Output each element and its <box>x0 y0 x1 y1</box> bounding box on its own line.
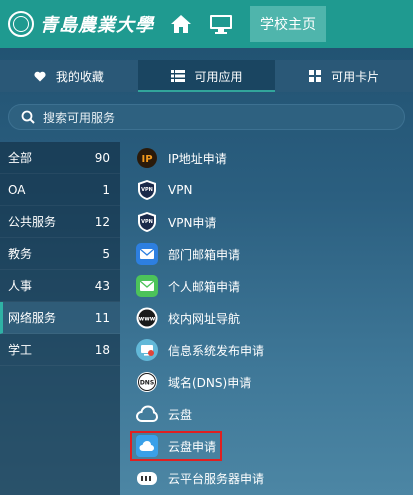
app-vpn[interactable]: VPN VPN <box>130 174 413 206</box>
search-input[interactable]: 搜索可用服务 <box>8 104 405 130</box>
category-count: 12 <box>94 214 110 229</box>
app-campus-url-navigation[interactable]: www 校内网址导航 <box>130 302 413 334</box>
category-count: 90 <box>94 150 110 165</box>
category-label: 网络服务 <box>8 311 57 325</box>
category-student-affairs[interactable]: 学工 18 <box>0 334 120 366</box>
app-vpn-request[interactable]: VPN VPN申请 <box>130 206 413 238</box>
category-academic-affairs[interactable]: 教务 5 <box>0 238 120 270</box>
category-label: 学工 <box>8 343 33 357</box>
search-placeholder: 搜索可用服务 <box>43 110 116 125</box>
app-cloud-drive-request[interactable]: 云盘申请 <box>130 430 413 462</box>
app-label: 云平台服务器申请 <box>168 471 265 486</box>
app-label: 云盘 <box>168 407 193 422</box>
www-icon: www <box>136 307 158 329</box>
desktop-button[interactable] <box>204 0 238 48</box>
app-label: 信息系统发布申请 <box>168 343 265 358</box>
highlight-box: 云盘申请 <box>130 431 223 461</box>
category-oa[interactable]: OA 1 <box>0 174 120 206</box>
list-icon <box>170 70 185 82</box>
app-label: 云盘申请 <box>168 439 217 454</box>
category-count: 18 <box>94 342 110 357</box>
server-icon <box>136 467 158 489</box>
tab-bar: 我的收藏 可用应用 可用卡片 <box>0 60 413 92</box>
svg-text:VPN: VPN <box>141 187 153 193</box>
category-network-services[interactable]: 网络服务 11 <box>0 302 120 334</box>
tab-label: 我的收藏 <box>55 69 104 84</box>
svg-text:www: www <box>139 316 156 323</box>
app-label: 部门邮箱申请 <box>168 247 241 262</box>
app-label: VPN申请 <box>168 215 217 230</box>
cloud-icon <box>136 435 158 457</box>
app-label: 域名(DNS)申请 <box>168 375 252 390</box>
app-list: IP IP地址申请 VPN VPN VPN VPN申请 部门邮箱申请 个人邮箱申… <box>130 142 413 494</box>
category-count: 43 <box>94 278 110 293</box>
university-logo[interactable]: 青島農業大學 <box>8 0 154 48</box>
search-icon <box>21 110 35 124</box>
app-personal-mailbox-request[interactable]: 个人邮箱申请 <box>130 270 413 302</box>
category-label: 全部 <box>8 151 33 165</box>
tab-label: 可用应用 <box>194 69 243 84</box>
category-label: OA <box>8 182 26 197</box>
app-label: IP地址申请 <box>168 151 227 166</box>
category-count: 5 <box>102 246 110 261</box>
tab-available-cards[interactable]: 可用卡片 <box>275 60 413 92</box>
category-label: 公共服务 <box>8 215 57 229</box>
school-home-label: 学校主页 <box>260 17 316 33</box>
app-cloud-drive[interactable]: 云盘 <box>130 398 413 430</box>
heart-icon <box>34 71 46 82</box>
cloud-icon <box>136 403 158 425</box>
tab-favorites[interactable]: 我的收藏 <box>0 60 138 92</box>
mail-icon <box>136 243 158 265</box>
mail-icon <box>136 275 158 297</box>
monitor-icon <box>210 15 232 34</box>
home-button[interactable] <box>164 0 198 48</box>
vpn-shield-icon: VPN <box>136 179 158 201</box>
svg-text:VPN: VPN <box>141 219 153 225</box>
svg-text:DNS: DNS <box>140 380 154 387</box>
app-label: VPN <box>168 183 193 197</box>
ip-icon: IP <box>136 147 158 169</box>
app-cloud-server-request[interactable]: 云平台服务器申请 <box>130 462 413 494</box>
vpn-shield-icon: VPN <box>136 211 158 233</box>
category-count: 1 <box>102 182 110 197</box>
monitor-publish-icon <box>136 339 158 361</box>
category-list: 全部 90 OA 1 公共服务 12 教务 5 人事 43 网络服务 11 学工… <box>0 142 120 495</box>
school-home-button[interactable]: 学校主页 <box>250 6 326 42</box>
home-icon <box>171 15 191 33</box>
app-label: 个人邮箱申请 <box>168 279 241 294</box>
app-label: 校内网址导航 <box>168 311 241 326</box>
app-dns-request[interactable]: DNS 域名(DNS)申请 <box>130 366 413 398</box>
category-count: 11 <box>94 310 110 325</box>
app-info-system-publish-request[interactable]: 信息系统发布申请 <box>130 334 413 366</box>
category-label: 人事 <box>8 279 33 293</box>
grid-icon <box>309 70 322 82</box>
logo-text: 青島農業大學 <box>40 15 154 36</box>
dns-icon: DNS <box>136 371 158 393</box>
svg-text:IP: IP <box>141 154 152 165</box>
category-all[interactable]: 全部 90 <box>0 142 120 174</box>
category-personnel[interactable]: 人事 43 <box>0 270 120 302</box>
category-label: 教务 <box>8 247 33 261</box>
tab-label: 可用卡片 <box>331 69 380 84</box>
app-ip-address-request[interactable]: IP IP地址申请 <box>130 142 413 174</box>
university-seal-icon <box>8 11 34 37</box>
top-header: 青島農業大學 学校主页 <box>0 0 413 48</box>
app-department-mailbox-request[interactable]: 部门邮箱申请 <box>130 238 413 270</box>
tab-available-apps[interactable]: 可用应用 <box>137 60 276 92</box>
category-public-services[interactable]: 公共服务 12 <box>0 206 120 238</box>
